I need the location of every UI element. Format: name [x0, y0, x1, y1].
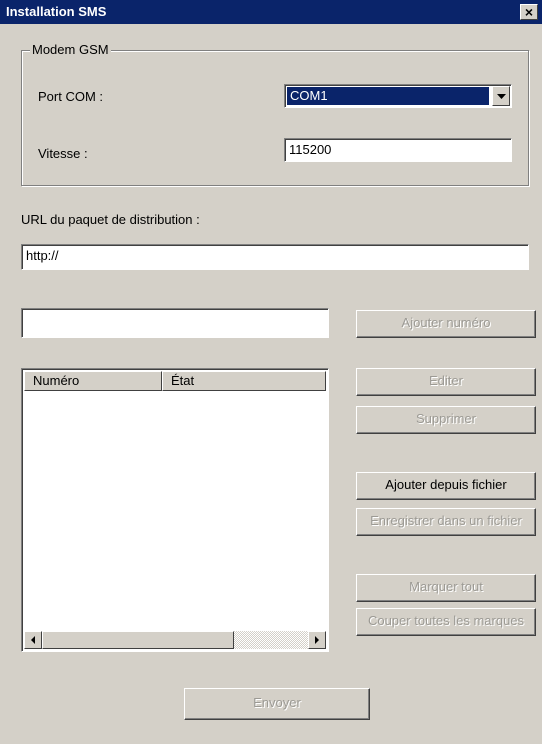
horizontal-scrollbar[interactable] — [24, 631, 326, 649]
unmark-all-button[interactable]: Couper toutes les marques — [356, 608, 536, 636]
triangle-right-icon — [315, 636, 319, 644]
add-from-file-button[interactable]: Ajouter depuis fichier — [356, 472, 536, 500]
chevron-down-icon — [496, 93, 506, 99]
modem-groupbox — [21, 50, 529, 186]
url-value: http:// — [26, 248, 59, 263]
url-input[interactable]: http:// — [21, 244, 529, 270]
port-com-value: COM1 — [287, 87, 489, 105]
speed-value: 115200 — [289, 142, 332, 157]
modem-group-title: Modem GSM — [30, 42, 111, 57]
save-to-file-button[interactable]: Enregistrer dans un fichier — [356, 508, 536, 536]
add-number-button[interactable]: Ajouter numéro — [356, 310, 536, 338]
url-label: URL du paquet de distribution : — [21, 212, 200, 227]
send-button[interactable]: Envoyer — [184, 688, 370, 720]
edit-button[interactable]: Editer — [356, 368, 536, 396]
scroll-right-button[interactable] — [308, 631, 326, 649]
scroll-thumb[interactable] — [42, 631, 234, 649]
mark-all-button[interactable]: Marquer tout — [356, 574, 536, 602]
port-com-label: Port COM : — [38, 89, 104, 104]
column-header-state[interactable]: État — [162, 371, 326, 391]
delete-button[interactable]: Supprimer — [356, 406, 536, 434]
port-com-select[interactable]: COM1 — [284, 84, 512, 108]
scroll-left-button[interactable] — [24, 631, 42, 649]
window-title: Installation SMS — [6, 4, 107, 19]
triangle-left-icon — [31, 636, 35, 644]
dropdown-button[interactable] — [492, 86, 510, 106]
close-icon: × — [524, 4, 534, 20]
speed-label: Vitesse : — [38, 146, 88, 161]
speed-input[interactable]: 115200 — [284, 138, 512, 162]
numbers-list[interactable]: Numéro État — [21, 368, 329, 652]
close-button[interactable]: × — [520, 4, 538, 20]
scroll-track[interactable] — [234, 631, 308, 649]
column-header-number[interactable]: Numéro — [24, 371, 162, 391]
phone-number-input[interactable] — [21, 308, 329, 338]
phone-number-value — [22, 309, 328, 313]
